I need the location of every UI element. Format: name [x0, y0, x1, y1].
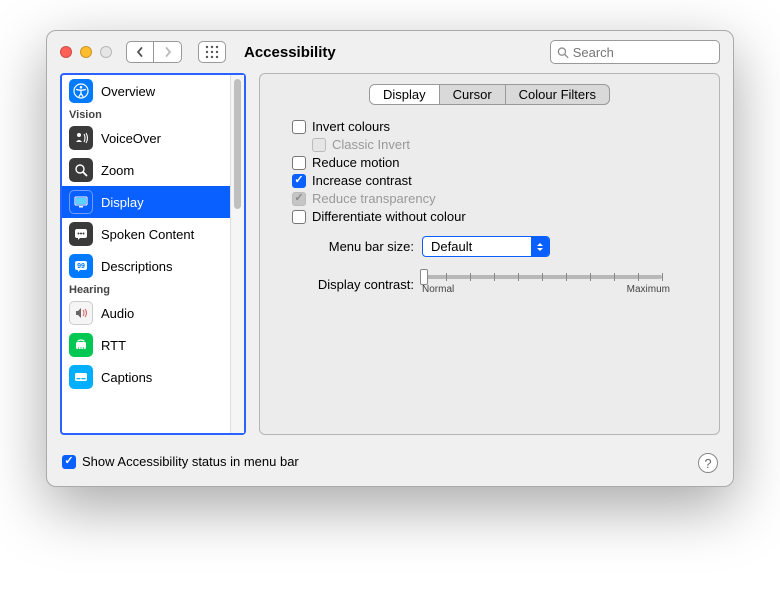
chevron-updown-icon: [531, 237, 549, 256]
classic-invert-checkbox: [312, 138, 326, 152]
maximize-icon: [100, 46, 112, 58]
display-contrast-label: Display contrast:: [292, 277, 414, 292]
scrollbar-thumb[interactable]: [234, 79, 241, 209]
sidebar-item-label: Overview: [101, 84, 155, 99]
settings-panel: Display Cursor Colour Filters Invert col…: [259, 73, 720, 435]
show-all-button[interactable]: [198, 41, 226, 63]
show-status-checkbox[interactable]: [62, 455, 76, 469]
back-button[interactable]: [126, 41, 154, 63]
tab-cursor[interactable]: Cursor: [440, 85, 506, 104]
minimize-icon[interactable]: [80, 46, 92, 58]
sidebar-item-captions[interactable]: Captions: [62, 361, 230, 393]
tab-display[interactable]: Display: [370, 85, 440, 104]
contrast-max-label: Maximum: [627, 284, 670, 295]
sidebar-item-zoom[interactable]: Zoom: [62, 154, 230, 186]
audio-icon: [69, 301, 93, 325]
sidebar-item-rtt[interactable]: RTT: [62, 329, 230, 361]
sidebar-item-label: VoiceOver: [101, 131, 161, 146]
menu-bar-size-value: Default: [431, 239, 472, 254]
classic-invert-label: Classic Invert: [332, 137, 410, 152]
captions-icon: [69, 365, 93, 389]
slider-knob[interactable]: [420, 269, 428, 285]
page-title: Accessibility: [244, 44, 336, 61]
voiceover-icon: [69, 126, 93, 150]
sidebar-item-voiceover[interactable]: VoiceOver: [62, 122, 230, 154]
sidebar-item-display[interactable]: Display: [62, 186, 230, 218]
panel-tabs: Display Cursor Colour Filters: [274, 84, 705, 105]
close-icon[interactable]: [60, 46, 72, 58]
nav-buttons: [126, 41, 182, 63]
accessibility-icon: [69, 79, 93, 103]
sidebar-item-spoken-content[interactable]: Spoken Content: [62, 218, 230, 250]
show-status-label: Show Accessibility status in menu bar: [82, 454, 299, 469]
sidebar-item-label: Descriptions: [101, 259, 173, 274]
traffic-lights: [60, 46, 112, 58]
descriptions-icon: 99: [69, 254, 93, 278]
tab-colour-filters[interactable]: Colour Filters: [506, 85, 609, 104]
increase-contrast-label: Increase contrast: [312, 173, 412, 188]
contrast-min-label: Normal: [422, 284, 454, 295]
sidebar-item-label: Audio: [101, 306, 134, 321]
reduce-motion-checkbox[interactable]: [292, 156, 306, 170]
invert-colours-checkbox[interactable]: [292, 120, 306, 134]
display-contrast-slider[interactable]: [422, 275, 662, 279]
sidebar-category-vision: Vision: [62, 107, 230, 122]
differentiate-colour-label: Differentiate without colour: [312, 209, 466, 224]
spoken-content-icon: [69, 222, 93, 246]
sidebar-item-descriptions[interactable]: 99 Descriptions: [62, 250, 230, 282]
sidebar-item-overview[interactable]: Overview: [62, 75, 230, 107]
search-input[interactable]: [573, 45, 713, 60]
zoom-icon: [69, 158, 93, 182]
differentiate-colour-checkbox[interactable]: [292, 210, 306, 224]
sidebar-item-audio[interactable]: Audio: [62, 297, 230, 329]
sidebar-item-label: Captions: [101, 370, 152, 385]
sidebar-item-label: Spoken Content: [101, 227, 194, 242]
sidebar-item-label: RTT: [101, 338, 126, 353]
reduce-motion-label: Reduce motion: [312, 155, 399, 170]
help-button[interactable]: ?: [698, 453, 718, 473]
search-field[interactable]: [550, 40, 720, 64]
sidebar-scrollbar[interactable]: [230, 75, 244, 433]
forward-button[interactable]: [154, 41, 182, 63]
menu-bar-size-select[interactable]: Default: [422, 236, 550, 257]
reduce-transparency-checkbox: [292, 192, 306, 206]
reduce-transparency-label: Reduce transparency: [312, 191, 436, 206]
increase-contrast-checkbox[interactable]: [292, 174, 306, 188]
menu-bar-size-label: Menu bar size:: [292, 239, 414, 254]
sidebar: Overview Vision VoiceOver Zoom: [60, 73, 246, 435]
footer: Show Accessibility status in menu bar ?: [47, 445, 733, 486]
sidebar-category-hearing: Hearing: [62, 282, 230, 297]
sidebar-item-label: Zoom: [101, 163, 134, 178]
invert-colours-label: Invert colours: [312, 119, 390, 134]
search-icon: [557, 46, 569, 59]
sidebar-item-label: Display: [101, 195, 144, 210]
display-icon: [69, 190, 93, 214]
rtt-icon: [69, 333, 93, 357]
preferences-window: Accessibility Overview Vision Vo: [46, 30, 734, 487]
svg-text:99: 99: [77, 263, 85, 270]
titlebar: Accessibility: [47, 31, 733, 73]
